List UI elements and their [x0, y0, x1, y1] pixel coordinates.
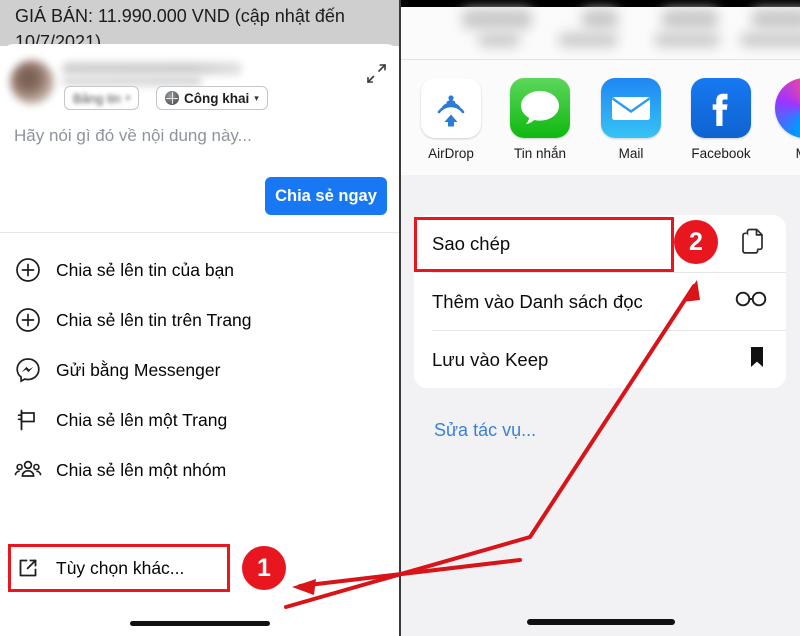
highlight-box-more-options — [8, 544, 230, 592]
share-app-messenger[interactable]: Me — [772, 78, 800, 161]
messages-icon — [510, 78, 570, 138]
avatar — [10, 60, 54, 104]
share-now-button[interactable]: Chia sẻ ngay — [265, 177, 387, 215]
user-subtitle-redacted — [62, 76, 202, 86]
share-option-label: Chia sẻ lên tin của bạn — [56, 259, 235, 280]
audience-selector-label: Bảng tin — [73, 90, 121, 106]
action-label: Lưu vào Keep — [432, 348, 549, 370]
share-app-mail[interactable]: Mail — [598, 78, 664, 161]
group-people-icon — [0, 457, 56, 483]
home-indicator — [527, 619, 675, 625]
share-option-label: Chia sẻ lên một Trang — [56, 409, 228, 430]
share-app-label: Mail — [618, 146, 644, 161]
share-app-facebook[interactable]: Facebook — [688, 78, 754, 161]
plus-circle-icon — [0, 257, 56, 283]
action-row-save-keep[interactable]: Lưu vào Keep — [414, 331, 786, 388]
audience-selector-pill[interactable]: Bảng tin ▾ — [64, 86, 140, 110]
share-now-button-label: Chia sẻ ngay — [275, 186, 377, 205]
share-option-to-group[interactable]: Chia sẻ lên một nhóm — [0, 445, 400, 495]
share-option-to-page[interactable]: Chia sẻ lên một Trang — [0, 395, 400, 445]
expand-diagonal-icon[interactable] — [362, 60, 390, 88]
facebook-share-sheet-panel: GIÁ BÁN: 11.990.000 VND (cập nhật đến 10… — [0, 0, 400, 636]
share-option-label: Chia sẻ lên một nhóm — [56, 459, 227, 480]
home-indicator — [130, 621, 270, 626]
glasses-icon — [734, 288, 768, 315]
share-option-label: Chia sẻ lên tin trên Trang — [56, 309, 252, 330]
share-app-label: AirDrop — [428, 146, 474, 161]
suggested-contacts-row-blurred — [400, 7, 800, 60]
share-app-messages[interactable]: Tin nhắn — [507, 78, 573, 161]
privacy-selector-label: Công khai — [184, 90, 250, 106]
chevron-down-icon: ▾ — [125, 92, 131, 103]
bookmark-icon — [746, 344, 768, 375]
ios-share-sheet-panel: AirDrop Tin nhắn Mail Facebook Sao chép … — [400, 0, 800, 636]
chevron-down-icon: ▾ — [254, 92, 259, 103]
messenger-icon — [0, 357, 56, 383]
share-option-messenger[interactable]: Gửi bằng Messenger — [0, 345, 400, 395]
privacy-selector-pill[interactable]: Công khai ▾ — [156, 86, 268, 110]
airdrop-icon — [421, 78, 481, 138]
share-app-airdrop[interactable]: AirDrop — [418, 78, 484, 161]
facebook-icon — [691, 78, 751, 138]
highlight-box-copy — [414, 217, 674, 272]
promo-banner: GIÁ BÁN: 11.990.000 VND (cập nhật đến 10… — [0, 0, 400, 46]
promo-banner-line1: GIÁ BÁN: 11.990.000 VND (cập nhật đến — [15, 6, 345, 26]
share-option-label: Gửi bằng Messenger — [56, 359, 221, 380]
share-app-label: Tin nhắn — [513, 146, 567, 161]
share-app-label: Facebook — [691, 146, 751, 161]
panel-divider — [399, 0, 401, 636]
status-bar-strip — [400, 0, 800, 7]
action-label: Thêm vào Danh sách đọc — [432, 290, 643, 312]
plus-circle-icon — [0, 307, 56, 333]
share-option-page-story[interactable]: Chia sẻ lên tin trên Trang — [0, 295, 400, 345]
step-badge-2: 2 — [674, 220, 718, 264]
step-badge-2-label: 2 — [689, 227, 703, 256]
share-apps-row: AirDrop Tin nhắn Mail Facebook — [400, 60, 800, 175]
messenger-icon — [775, 78, 800, 138]
divider — [0, 232, 400, 233]
composer-input[interactable]: Hãy nói gì đó về nội dung này... — [14, 126, 252, 146]
step-badge-1: 1 — [242, 546, 286, 590]
share-option-story[interactable]: Chia sẻ lên tin của bạn — [0, 245, 400, 295]
mail-icon — [601, 78, 661, 138]
copy-icon — [738, 226, 768, 261]
edit-actions-link[interactable]: Sửa tác vụ... — [434, 420, 536, 441]
step-badge-1-label: 1 — [257, 553, 271, 582]
screenshot-root: GIÁ BÁN: 11.990.000 VND (cập nhật đến 10… — [0, 0, 800, 636]
action-row-reading-list[interactable]: Thêm vào Danh sách đọc — [414, 273, 786, 330]
flag-icon — [0, 407, 56, 433]
user-name-redacted — [62, 62, 242, 75]
share-app-label: Me — [772, 146, 800, 161]
globe-icon — [165, 91, 179, 105]
